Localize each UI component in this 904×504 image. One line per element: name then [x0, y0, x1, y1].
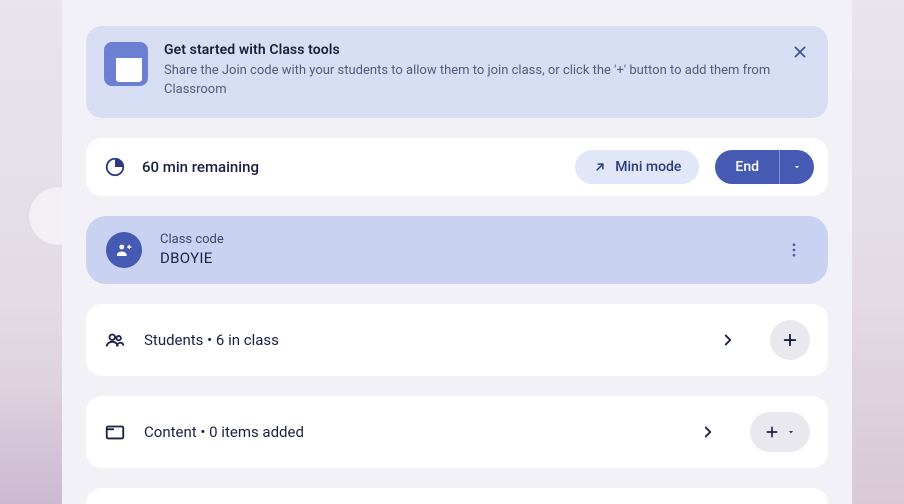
more-vert-icon: [785, 241, 803, 259]
students-label: Students • 6 in class: [144, 331, 696, 349]
document-icon: [104, 42, 148, 86]
banner-description: Share the Join code with your students t…: [164, 62, 782, 100]
chevron-right-icon: [719, 331, 737, 349]
background-shape: [0, 384, 62, 504]
mini-mode-button[interactable]: Mini mode: [575, 150, 699, 184]
class-code-value: DBOYIE: [160, 249, 762, 267]
content-row: Content • 0 items added: [86, 396, 828, 468]
class-code-text: Class code DBOYIE: [160, 232, 762, 267]
add-student-button[interactable]: [770, 320, 810, 360]
content-label: Content • 0 items added: [144, 423, 676, 441]
person-share-icon: [106, 232, 142, 268]
banner-text: Get started with Class tools Share the J…: [164, 42, 810, 100]
timer-icon: [104, 156, 126, 178]
add-content-button[interactable]: [750, 412, 810, 452]
caret-down-icon: [786, 427, 796, 437]
expand-icon: [593, 160, 607, 174]
end-button[interactable]: End: [715, 150, 779, 184]
chevron-right-icon: [699, 423, 717, 441]
class-tools-panel: Get started with Class tools Share the J…: [62, 0, 852, 504]
students-row: Students • 6 in class: [86, 304, 828, 376]
plus-icon: [781, 331, 799, 349]
captions-header: Teacher captions • off: [86, 488, 828, 504]
folder-icon: [104, 421, 126, 443]
session-timer-card: 60 min remaining Mini mode End: [86, 138, 828, 196]
class-code-more-button[interactable]: [780, 236, 808, 264]
class-code-card: Class code DBOYIE: [86, 216, 828, 284]
banner-title: Get started with Class tools: [164, 42, 782, 58]
mini-mode-label: Mini mode: [615, 159, 681, 175]
caret-down-icon: [792, 162, 802, 172]
end-dropdown-button[interactable]: [779, 150, 814, 184]
plus-icon: [764, 424, 780, 440]
close-banner-button[interactable]: [786, 38, 814, 66]
getting-started-banner: Get started with Class tools Share the J…: [86, 26, 828, 118]
end-button-label: End: [735, 159, 759, 175]
close-icon: [792, 44, 808, 60]
people-icon: [104, 329, 126, 351]
teacher-captions-card: Teacher captions • off Show on this scre…: [86, 488, 828, 504]
content-expand-button[interactable]: [694, 418, 722, 446]
students-expand-button[interactable]: [714, 326, 742, 354]
time-remaining-label: 60 min remaining: [142, 158, 559, 176]
end-session-group: End: [715, 150, 814, 184]
class-code-label: Class code: [160, 232, 762, 247]
